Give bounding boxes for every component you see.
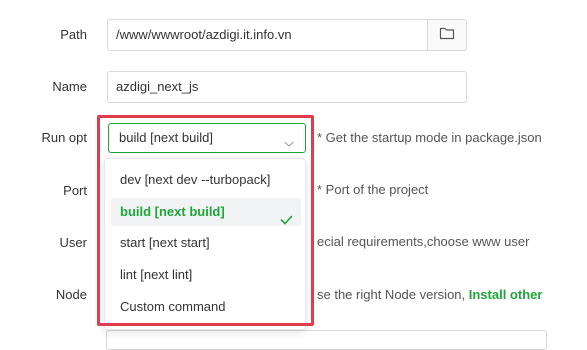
port-hint: * Port of the project	[317, 182, 429, 197]
user-label: User	[59, 235, 87, 250]
browse-folder-button[interactable]	[427, 19, 467, 51]
name-label: Name	[52, 79, 87, 94]
option-label: Custom command	[120, 299, 226, 314]
folder-icon	[439, 26, 455, 45]
option-label: dev [next dev --turbopack]	[120, 172, 271, 187]
node-hint-text: se the right Node version,	[317, 287, 469, 302]
option-label: build [next build]	[120, 204, 225, 219]
port-label: Port	[63, 183, 87, 198]
path-input[interactable]: /www/wwwroot/azdigi.it.info.vn	[107, 19, 428, 51]
run-opt-select[interactable]: build [next build]	[108, 123, 306, 153]
dropdown-option-build[interactable]: build [next build]	[111, 198, 301, 226]
run-opt-dropdown: dev [next dev --turbopack] build [next b…	[104, 158, 306, 330]
option-label: start [next start]	[120, 235, 210, 250]
run-opt-selected-value: build [next build]	[119, 130, 213, 145]
next-field-input[interactable]	[106, 330, 547, 350]
install-other-link[interactable]: Install other	[469, 287, 543, 302]
name-input[interactable]: azdigi_next_js	[107, 71, 467, 103]
node-label: Node	[55, 287, 87, 302]
chevron-up-icon	[283, 132, 295, 160]
option-label: lint [next lint]	[120, 267, 193, 282]
dropdown-option-custom[interactable]: Custom command	[111, 293, 301, 321]
dropdown-option-lint[interactable]: lint [next lint]	[111, 261, 301, 289]
user-hint: ecial requirements,choose www user	[317, 234, 530, 249]
dropdown-option-dev[interactable]: dev [next dev --turbopack]	[111, 166, 301, 194]
run-opt-label: Run opt	[41, 130, 87, 145]
path-label: Path	[60, 27, 87, 42]
dropdown-option-start[interactable]: start [next start]	[111, 229, 301, 257]
node-hint: se the right Node version, Install other	[317, 287, 542, 303]
run-opt-hint: * Get the startup mode in package.json	[317, 130, 542, 145]
